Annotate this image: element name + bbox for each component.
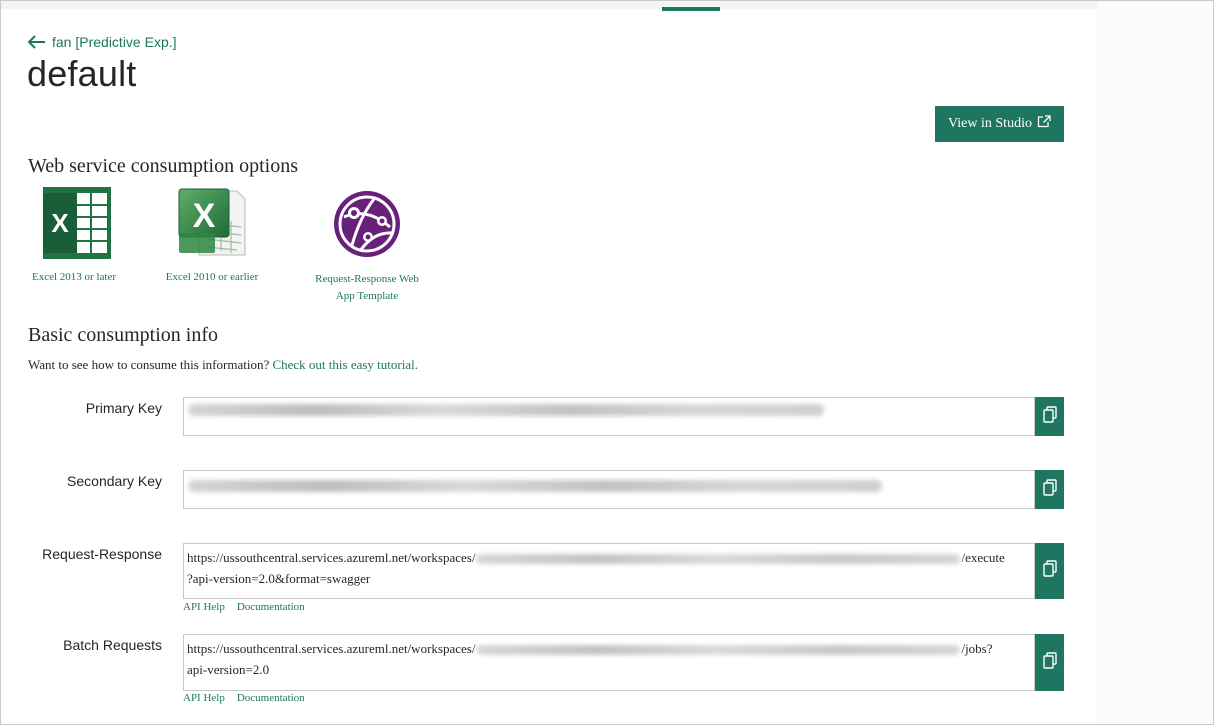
secondary-key-value-redacted	[188, 480, 882, 492]
batch-requests-url-field[interactable]: https://ussouthcentral.services.azureml.…	[183, 634, 1035, 691]
copy-icon	[1042, 478, 1057, 501]
arrow-left-icon	[28, 35, 46, 49]
workspace-id-redacted	[476, 645, 961, 656]
secondary-key-field[interactable]	[183, 470, 1035, 509]
page-title: default	[27, 53, 137, 94]
batch-requests-url: https://ussouthcentral.services.azureml.…	[187, 638, 993, 680]
request-response-url-suffix: /execute	[961, 550, 1005, 565]
primary-key-field[interactable]	[183, 397, 1035, 436]
option-excel-2010-label: Excel 2010 or earlier	[165, 271, 259, 283]
request-response-url-prefix: https://ussouthcentral.services.azureml.…	[187, 550, 476, 565]
secondary-key-label: Secondary Key	[67, 473, 162, 489]
batch-requests-api-help-link[interactable]: API Help	[183, 692, 225, 704]
right-gutter	[1097, 1, 1213, 724]
intro-text-label: Want to see how to consume this informat…	[28, 357, 273, 372]
web-app-template-icon	[304, 187, 430, 267]
active-tab-indicator	[662, 7, 720, 11]
option-excel-2010[interactable]: X Excel 2010 or earlier	[159, 187, 265, 286]
intro-text: Want to see how to consume this informat…	[28, 357, 418, 373]
request-response-url: https://ussouthcentral.services.azureml.…	[187, 547, 1005, 589]
basic-info-heading: Basic consumption info	[28, 324, 218, 346]
copy-secondary-key-button[interactable]	[1035, 470, 1064, 509]
request-response-documentation-link[interactable]: Documentation	[237, 601, 305, 613]
workspace-id-redacted	[476, 554, 961, 565]
consumption-options-heading: Web service consumption options	[28, 155, 299, 177]
batch-requests-links: API Help Documentation	[183, 692, 305, 704]
request-response-url-field[interactable]: https://ussouthcentral.services.azureml.…	[183, 543, 1035, 599]
back-link[interactable]: fan [Predictive Exp.]	[28, 34, 177, 50]
copy-icon	[1042, 560, 1057, 582]
request-response-api-help-link[interactable]: API Help	[183, 601, 225, 613]
batch-requests-url-suffix: /jobs?	[961, 641, 993, 656]
tutorial-link[interactable]: Check out this easy tutorial.	[272, 357, 418, 372]
copy-icon	[1042, 651, 1057, 674]
view-in-studio-button[interactable]: View in Studio	[935, 106, 1064, 142]
copy-batch-requests-url-button[interactable]	[1035, 634, 1064, 691]
request-response-url-query: ?api-version=2.0&format=swagger	[187, 571, 371, 586]
view-in-studio-label: View in Studio	[948, 116, 1032, 131]
svg-text:X: X	[193, 197, 216, 235]
batch-requests-url-query: api-version=2.0	[187, 662, 270, 677]
option-web-app-label-line1: Request-Response Web	[315, 273, 419, 285]
option-web-app-label-line2: App Template	[335, 290, 399, 302]
copy-request-response-url-button[interactable]	[1035, 543, 1064, 599]
copy-icon	[1042, 405, 1057, 428]
copy-primary-key-button[interactable]	[1035, 397, 1064, 436]
option-web-app-template[interactable]: Request-Response Web App Template	[304, 187, 430, 305]
request-response-links: API Help Documentation	[183, 601, 305, 613]
batch-requests-documentation-link[interactable]: Documentation	[237, 692, 305, 704]
batch-requests-url-prefix: https://ussouthcentral.services.azureml.…	[187, 641, 476, 656]
option-excel-2013-label: Excel 2013 or later	[32, 271, 116, 283]
primary-key-value-redacted	[188, 404, 824, 416]
request-response-label: Request-Response	[42, 546, 162, 562]
back-link-label: fan [Predictive Exp.]	[52, 34, 177, 50]
top-bar	[1, 1, 1097, 9]
external-link-icon	[1037, 115, 1051, 133]
batch-requests-label: Batch Requests	[63, 637, 162, 653]
excel-2013-icon: X	[27, 187, 121, 265]
svg-text:X: X	[51, 208, 69, 238]
excel-2010-icon: X	[159, 187, 265, 265]
option-excel-2013[interactable]: X Excel 2013 or later	[27, 187, 121, 286]
app-frame: fan [Predictive Exp.] default View in St…	[0, 0, 1214, 725]
primary-key-label: Primary Key	[85, 400, 162, 416]
